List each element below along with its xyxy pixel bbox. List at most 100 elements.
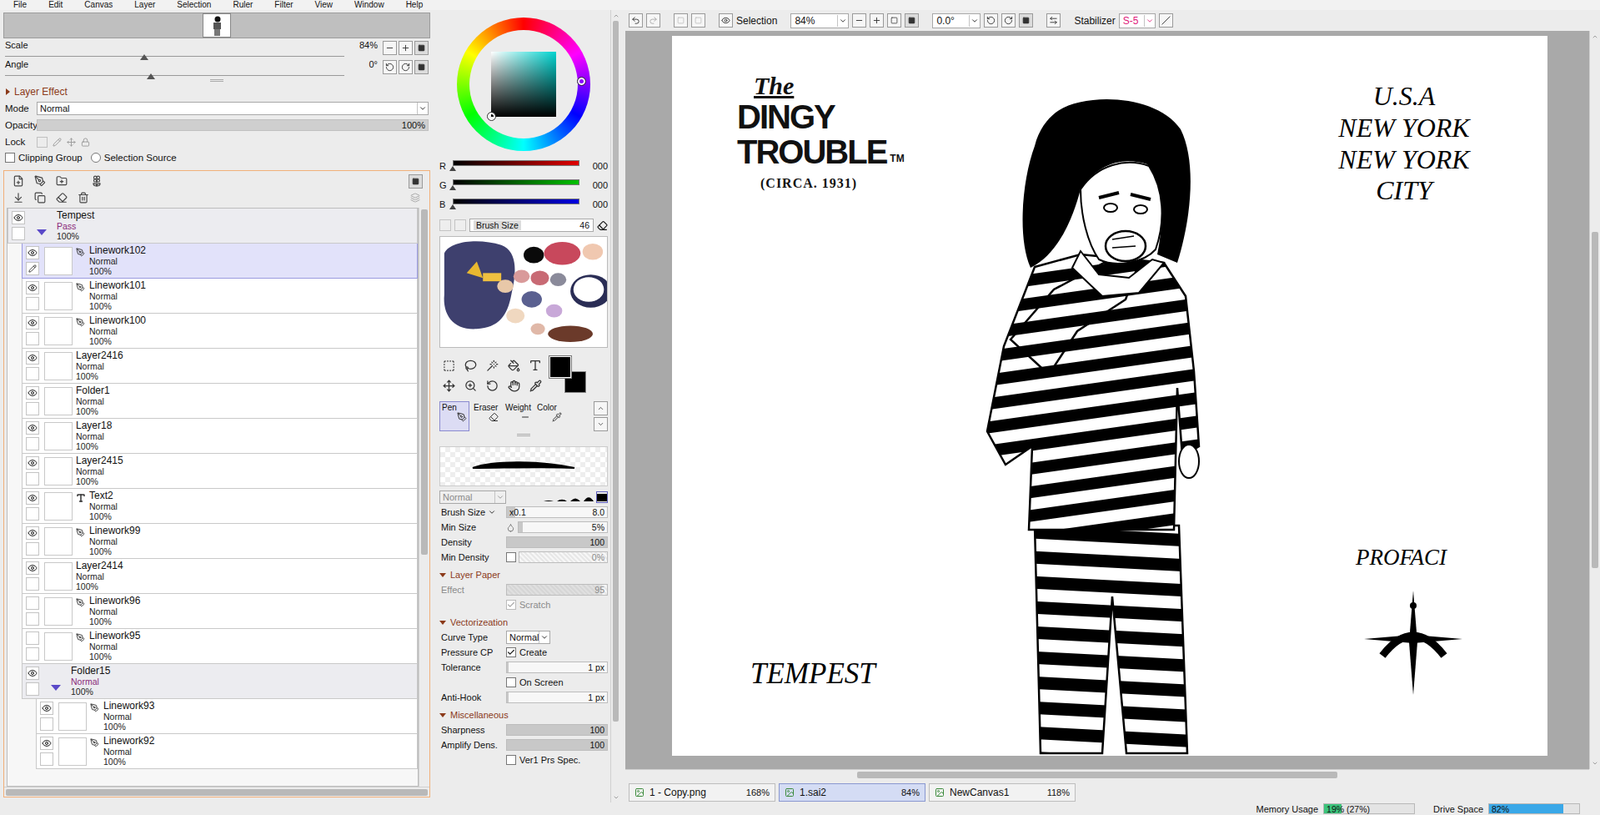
layer-row[interactable]: Linework100Normal100% [21,313,418,349]
setting-check[interactable]: Create [506,647,547,658]
slider-thumb[interactable] [146,73,156,80]
rotate-left-button[interactable] [983,13,999,28]
scratchpad-paint-icon[interactable] [440,236,607,347]
layer-row[interactable]: Folder1Normal100% [21,383,418,419]
rgb-thumb[interactable] [449,204,457,210]
section-header[interactable]: Vectorizeation [439,614,608,630]
visibility-toggle[interactable] [40,736,54,750]
radio-option[interactable]: Selection Source [90,152,177,163]
visibility-toggle[interactable] [25,631,40,645]
rgb-value[interactable]: 000 [582,180,608,191]
visibility-toggle[interactable] [25,491,40,505]
edit-marker[interactable] [25,401,40,416]
visibility-toggle[interactable] [25,351,40,365]
tool-tab[interactable]: Eraser [471,401,502,432]
visibility-toggle[interactable] [25,315,40,330]
edit-marker[interactable] [25,331,40,346]
layers-option-button[interactable] [407,190,423,206]
eyedropper-tool[interactable] [526,376,545,395]
layer-row[interactable]: Linework92Normal100% [35,733,418,769]
visibility-toggle[interactable] [25,280,40,295]
layer-folder-row[interactable]: TempestPass100% [7,208,418,244]
menu-item[interactable]: Help [406,0,424,11]
new-linework-button[interactable] [32,173,48,189]
edit-marker[interactable] [40,717,54,731]
navigator[interactable] [3,12,431,39]
text-tool[interactable] [526,356,545,375]
layer-effect-button[interactable] [89,173,105,189]
rotate-left-button[interactable] [382,60,397,75]
rgb-value[interactable]: 000 [582,199,608,210]
rotate-reset-button[interactable] [1018,13,1034,28]
checkbox[interactable] [5,152,16,163]
scroll-thumb[interactable] [612,20,619,722]
canvas-stage[interactable]: TheDINGYTROUBLETM(CIRCA. 1931)U.S.ANEW Y… [625,30,1590,769]
redo-button[interactable] [646,13,661,28]
rgb-thumb[interactable] [449,165,457,171]
navigator-slider[interactable]: Angle0° [5,59,378,76]
undo-button[interactable] [628,13,643,28]
setting-checkbox[interactable] [506,599,517,610]
copy-layer-button[interactable] [32,190,48,206]
new-folder-button[interactable] [54,173,70,189]
hue-marker[interactable] [577,77,586,86]
rotate-right-button[interactable] [398,60,413,75]
zoom-fit-button[interactable] [887,13,902,28]
setting-checkbox[interactable] [506,551,517,562]
edit-marker[interactable] [25,647,40,661]
setting-slider[interactable]: 100 [506,536,608,548]
layer-folder-row[interactable]: Folder15Normal100% [21,663,418,699]
setting-slider[interactable]: 1 px [506,691,608,703]
edit-marker[interactable] [25,541,40,556]
setting-slider[interactable]: 5% [517,521,608,533]
panel-grip[interactable] [439,431,608,438]
canvas-paper[interactable]: TheDINGYTROUBLETM(CIRCA. 1931)U.S.ANEW Y… [672,35,1548,756]
zoom-out-button[interactable] [382,40,397,56]
visibility-toggle[interactable] [40,701,54,715]
setting-checkbox[interactable] [506,754,517,765]
menu-item[interactable]: Ruler [232,0,253,11]
lock-transparency[interactable] [36,136,48,148]
pressure-icon[interactable] [506,522,516,532]
tool-tab[interactable]: Weight [502,401,533,432]
brush-size-box[interactable]: Brush Size46 [469,218,594,232]
mode-select[interactable]: Normal [36,101,429,116]
rgb-slider[interactable] [452,160,580,172]
scroll-thumb[interactable] [5,788,428,796]
visibility-toggle[interactable] [25,561,40,575]
canvas-vscrollbar[interactable] [1589,30,1600,769]
tool-tab[interactable]: Color [534,401,565,432]
brush-tip[interactable] [582,491,595,503]
angle-dropdown[interactable]: 0.0° [932,13,981,29]
foreground-swatch[interactable] [549,356,572,378]
layer-row[interactable]: Linework95Normal100% [21,628,418,664]
invert-button[interactable] [691,13,706,28]
brush-tip[interactable] [556,491,568,503]
line-mode-button[interactable] [1158,13,1174,28]
rotate-tool[interactable] [482,376,502,395]
edit-marker[interactable] [25,261,40,276]
layer-hscrollbar[interactable] [4,786,430,797]
layer-row[interactable]: Layer2414Normal100% [21,558,418,594]
scroll-thumb[interactable] [1591,231,1599,568]
stabilizer-dropdown[interactable]: S-5 [1118,13,1156,29]
visibility-toggle[interactable] [25,421,40,435]
zoom-in-button[interactable] [398,40,413,56]
zoom-out-button[interactable] [852,13,867,28]
tab-scroll[interactable] [593,401,608,432]
layer-row[interactable]: Linework101Normal100% [21,278,418,314]
menu-item[interactable]: Filter [274,0,293,11]
clear-layer-button[interactable] [54,190,70,206]
layer-row[interactable]: Layer18Normal100% [21,418,418,454]
blend-select[interactable]: Normal [439,490,507,504]
merge-down-button[interactable] [10,190,26,206]
menu-item[interactable]: Canvas [84,0,113,11]
document-tab[interactable]: 1 - Copy.png168% [628,782,776,802]
canvas-hscrollbar[interactable] [625,768,1590,779]
edit-marker[interactable] [25,471,40,486]
setting-select[interactable]: Normal [506,630,551,644]
edit-marker[interactable] [25,611,40,626]
deselect-button[interactable] [673,13,688,28]
layer-row[interactable]: Layer2415Normal100% [21,453,418,489]
rotate-right-button[interactable] [1001,13,1016,28]
